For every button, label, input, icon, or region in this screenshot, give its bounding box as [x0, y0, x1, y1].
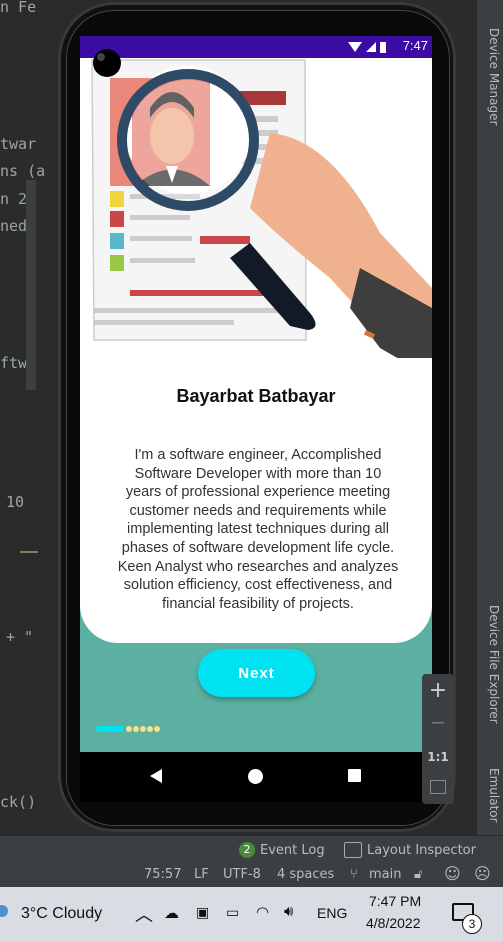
back-icon[interactable] — [150, 769, 162, 783]
resume-illustration — [91, 59, 432, 358]
android-nav-bar — [80, 752, 432, 802]
clock-time[interactable]: 7:47 PM — [369, 893, 421, 909]
event-log-badge: 2 — [239, 842, 255, 858]
layout-inspector-tab[interactable]: Layout Inspector — [367, 843, 476, 858]
event-log-tab[interactable]: Event Log — [260, 843, 325, 858]
profile-name: Bayarbat Batbayar — [176, 386, 336, 406]
input-language[interactable]: ENG — [317, 905, 347, 921]
chevron-up-icon[interactable]: ︿ — [135, 901, 153, 927]
tab-device-file-explorer[interactable]: Device File Explorer — [487, 605, 501, 724]
right-tool-strip: Device Manager Device File Explorer Emul… — [476, 0, 503, 835]
camera-icon[interactable]: ▣ — [196, 904, 209, 921]
weather-icon — [0, 905, 8, 917]
code-line: twar — [0, 135, 37, 153]
zoom-out-button[interactable]: − — [422, 710, 454, 734]
windows-taskbar: 3°C Cloudy ︿ ☁ ▣ ▭ ◠ 🔊︎ ENG 7:47 PM 4/8/… — [0, 887, 503, 941]
code-line: ned — [0, 217, 28, 235]
camera-hole — [93, 49, 121, 77]
code-line: + " — [6, 628, 34, 646]
profile-bio: I'm a software engineer, Accomplished So… — [117, 447, 399, 612]
page-dot — [147, 726, 153, 732]
line-separator[interactable]: LF — [194, 867, 209, 882]
code-line: ck() — [0, 793, 37, 811]
page-dot — [154, 726, 160, 732]
emulator-zoom-controls: + − 1:1 — [422, 674, 454, 804]
git-branch[interactable]: main — [369, 867, 401, 882]
app-screen: 7:47 Bayarbat Batbayar I'm a software en… — [80, 36, 432, 753]
wifi-icon[interactable]: ◠ — [256, 903, 269, 921]
signal-icons — [348, 42, 386, 53]
feedback-happy-icon[interactable]: ☺ — [444, 864, 461, 883]
page-dot — [133, 726, 139, 732]
code-line: 10 — [6, 493, 25, 511]
recents-icon[interactable] — [348, 769, 361, 782]
android-status-bar: 7:47 — [80, 36, 432, 58]
zoom-in-button[interactable]: + — [422, 678, 454, 703]
layout-inspector-icon — [344, 842, 362, 858]
page-dot — [140, 726, 146, 732]
cloud-icon[interactable]: ☁ — [164, 904, 179, 922]
page-dot-active — [96, 726, 124, 732]
fold-marker — [20, 551, 38, 553]
file-encoding[interactable]: UTF-8 — [223, 867, 261, 882]
onboarding-card: Bayarbat Batbayar I'm a software enginee… — [80, 58, 432, 643]
weather-text[interactable]: 3°C Cloudy — [21, 905, 102, 923]
ide-status-bar: 75:57 LF UTF-8 4 spaces ⑂ main 🔓︎ ☺ ☹ — [0, 863, 503, 887]
clock-date[interactable]: 4/8/2022 — [366, 915, 421, 931]
fit-screen-icon[interactable] — [430, 780, 446, 794]
tool-window-bar: 2 Event Log Layout Inspector — [0, 835, 503, 864]
code-line: ns (a — [0, 162, 46, 180]
battery-icon[interactable]: ▭ — [226, 904, 239, 921]
zoom-actual-size-button[interactable]: 1:1 — [422, 750, 454, 764]
next-button[interactable]: Next — [198, 649, 315, 697]
cursor-position[interactable]: 75:57 — [144, 867, 181, 882]
code-line: n Fe — [0, 0, 37, 16]
lock-icon[interactable]: 🔓︎ — [414, 867, 422, 882]
page-dot — [126, 726, 132, 732]
notifications-count: 3 — [462, 914, 482, 934]
status-time: 7:47 — [402, 38, 428, 53]
tab-emulator[interactable]: Emulator — [487, 768, 501, 823]
volume-icon[interactable]: 🔊︎ — [284, 903, 293, 920]
home-icon[interactable] — [248, 769, 263, 784]
scroll-marker — [26, 180, 36, 390]
feedback-sad-icon[interactable]: ☹ — [474, 864, 491, 883]
branch-icon: ⑂ — [350, 867, 358, 882]
tab-device-manager[interactable]: Device Manager — [487, 28, 501, 125]
indent-setting[interactable]: 4 spaces — [277, 867, 334, 882]
